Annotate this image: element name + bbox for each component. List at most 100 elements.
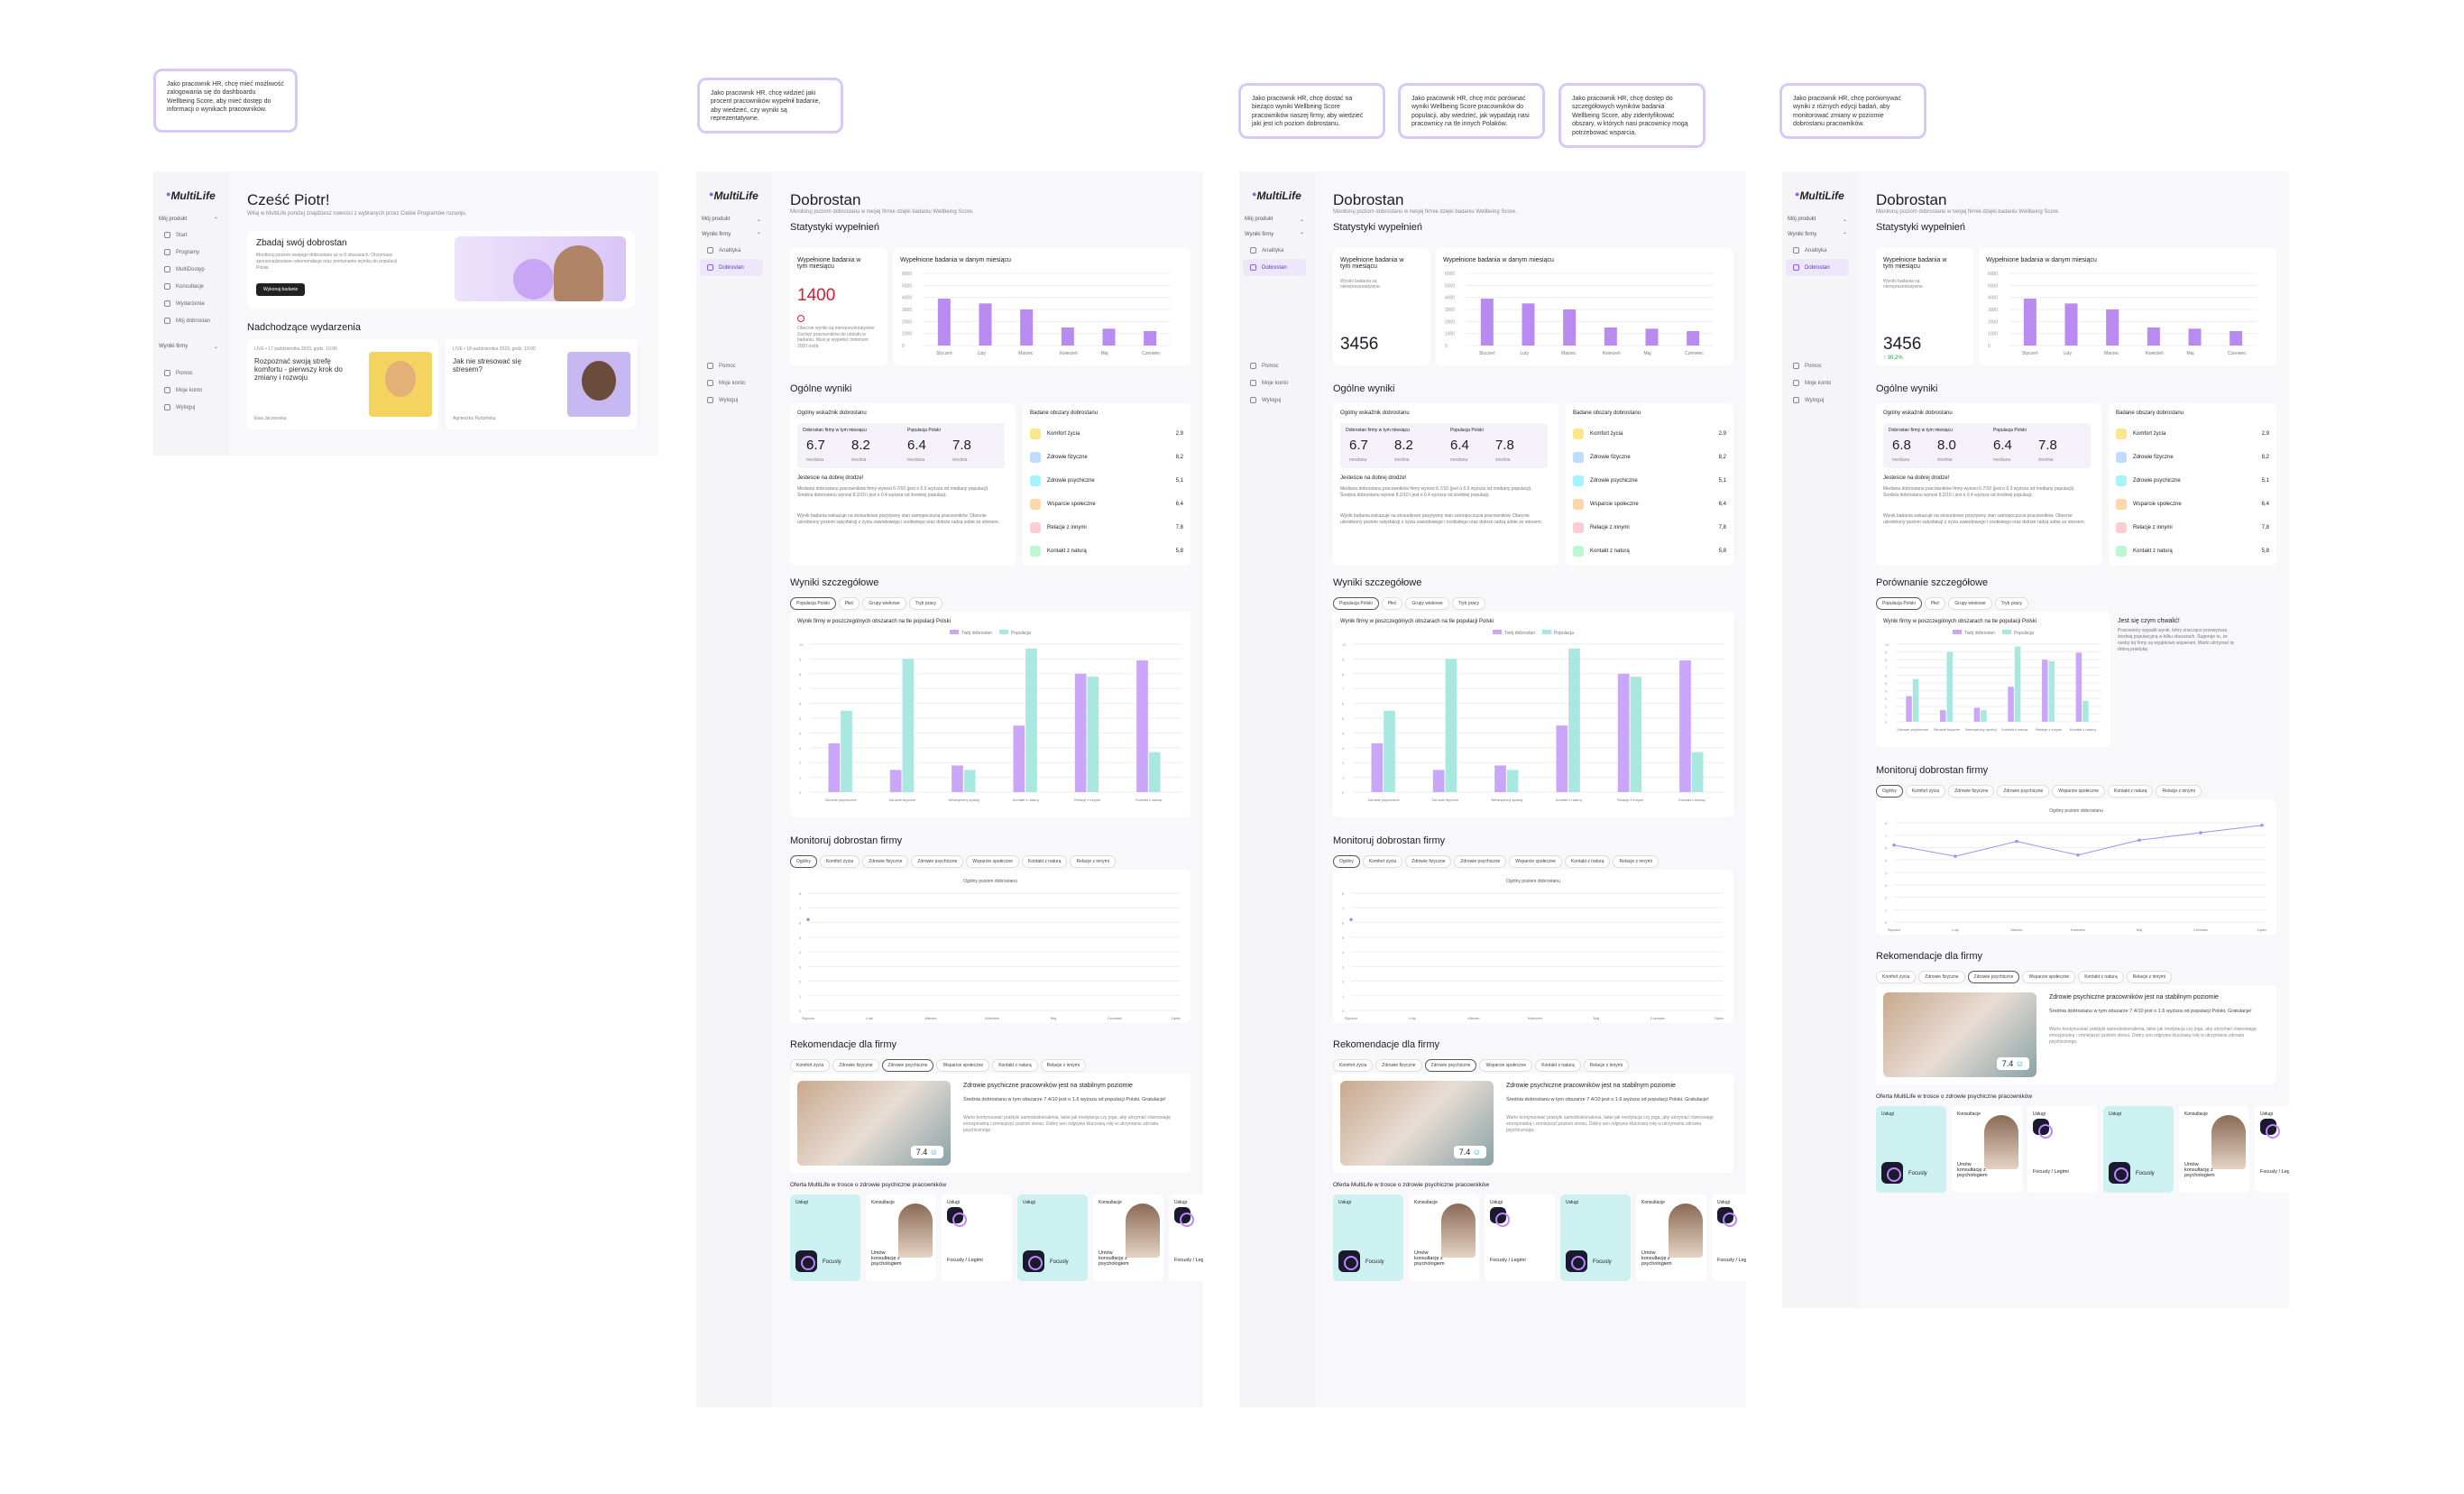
monitor-tab[interactable]: Relacje z innymi <box>1070 855 1116 868</box>
nav-logout[interactable]: Wyloguj <box>1786 392 1849 409</box>
monitor-tab[interactable]: Wsparcie społeczne <box>2052 785 2106 798</box>
nav-wellbeing[interactable]: Dobrostan <box>700 259 763 276</box>
offer-tile[interactable]: Konsultacje Umów konsultację z psychologi… <box>866 1194 936 1281</box>
reco-tab[interactable]: Zdrowie fizyczne <box>1918 971 1965 983</box>
reco-tab[interactable]: Zdrowie fizyczne <box>832 1059 879 1072</box>
offer-tile[interactable]: Usługi Focusly / Legimi <box>1169 1194 1203 1281</box>
offer-tile[interactable]: Konsultacje Umów konsultację z psychologi… <box>1952 1106 2022 1193</box>
monitor-tab[interactable]: Ogólny <box>1333 855 1360 868</box>
monitor-tab[interactable]: Ogólny <box>790 855 817 868</box>
nav-consult[interactable]: Konsultacje <box>157 278 220 295</box>
offer-tile[interactable]: Usługi Focusly <box>1560 1194 1631 1281</box>
area-row[interactable]: Zdrowie fizyczne 8,2 <box>2116 448 2269 466</box>
nav-multidostep[interactable]: MultiDostęp <box>157 261 220 278</box>
detail-tab[interactable]: Płeć <box>1381 597 1403 610</box>
area-row[interactable]: Komfort życia 2,9 <box>1030 425 1183 443</box>
detail-tab[interactable]: Grupy wiekowe <box>862 597 906 610</box>
area-row[interactable]: Relacje z innymi 7,8 <box>2116 519 2269 537</box>
detail-tab[interactable]: Grupy wiekowe <box>1405 597 1449 610</box>
company-results-section[interactable]: Wyniki firmy ⌃ <box>696 226 767 242</box>
offer-tile[interactable]: Usługi Focusly / Legimi <box>2027 1106 2098 1193</box>
reco-tab[interactable]: Relacje z innymi <box>1040 1059 1087 1072</box>
offer-tile[interactable]: Konsultacje Umów konsultację z psychologi… <box>2179 1106 2249 1193</box>
nav-programs[interactable]: Programy <box>157 244 220 261</box>
nav-analytics[interactable]: Analityka <box>1243 242 1306 259</box>
area-row[interactable]: Zdrowie psychiczne 5,1 <box>2116 472 2269 490</box>
nav-help[interactable]: Pomoc <box>1243 357 1306 374</box>
nav-analytics[interactable]: Analityka <box>1786 242 1849 259</box>
monitor-tab[interactable]: Relacje z innymi <box>1613 855 1659 868</box>
reco-tab[interactable]: Komfort życia <box>1333 1059 1374 1072</box>
detail-tab[interactable]: Populacja Polski <box>1333 597 1379 610</box>
reco-tab[interactable]: Zdrowie psychiczne <box>1967 971 2020 983</box>
area-row[interactable]: Wsparcie społeczne 6,4 <box>1573 495 1726 513</box>
area-row[interactable]: Kontakt z naturą 5,8 <box>1030 542 1183 560</box>
offer-tile[interactable]: Usługi Focusly <box>1333 1194 1403 1281</box>
reco-tab[interactable]: Zdrowie fizyczne <box>1375 1059 1422 1072</box>
offer-tile[interactable]: Usługi Focusly / Legimi <box>1485 1194 1555 1281</box>
area-row[interactable]: Wsparcie społeczne 6,4 <box>1030 495 1183 513</box>
reco-tab[interactable]: Zdrowie psychiczne <box>881 1059 934 1072</box>
nav-logout[interactable]: Wyloguj <box>700 392 763 409</box>
monitor-tab[interactable]: Zdrowie psychiczne <box>1997 785 2050 798</box>
reco-tab[interactable]: Kontakt z naturą <box>2078 971 2124 983</box>
my-products-section[interactable]: Mój produkt ⌃ <box>153 202 224 226</box>
my-products-section[interactable]: Mój produkt ⌄ <box>1782 202 1853 226</box>
area-row[interactable]: Relacje z innymi 7,8 <box>1573 519 1726 537</box>
event-card[interactable]: LIVE • 18 października 2023, godz. 10:00… <box>446 339 637 429</box>
monitor-tab[interactable]: Komfort życia <box>1362 855 1403 868</box>
my-products-section[interactable]: Mój produkt ⌄ <box>696 202 767 226</box>
detail-tab[interactable]: Płeć <box>838 597 860 610</box>
nav-events[interactable]: Wydarzenia <box>157 295 220 312</box>
detail-tab[interactable]: Populacja Polski <box>1876 597 1922 610</box>
my-products-section[interactable]: Mój produkt ⌄ <box>1239 202 1310 226</box>
monitor-tab[interactable]: Zdrowie fizyczne <box>1405 855 1452 868</box>
monitor-tab[interactable]: Kontakt z naturą <box>1565 855 1611 868</box>
detail-tab[interactable]: Grupy wiekowe <box>1948 597 1992 610</box>
area-row[interactable]: Zdrowie psychiczne 5,1 <box>1030 472 1183 490</box>
reco-tab[interactable]: Zdrowie psychiczne <box>1424 1059 1477 1072</box>
offer-tile[interactable]: Usługi Focusly <box>1017 1194 1088 1281</box>
company-results-section[interactable]: Wyniki firmy ⌄ <box>153 329 224 354</box>
offer-tile[interactable]: Usługi Focusly <box>1876 1106 1946 1193</box>
offer-tile[interactable]: Usługi Focusly / Legimi <box>2255 1106 2289 1193</box>
nav-user[interactable]: Moje konto <box>700 374 763 392</box>
company-results-section[interactable]: Wyniki firmy ⌃ <box>1782 226 1853 242</box>
monitor-tab[interactable]: Komfort życia <box>819 855 860 868</box>
nav-user[interactable]: Moje konto <box>1243 374 1306 392</box>
nav-my-wellbeing[interactable]: Mój dobrostan <box>157 312 220 329</box>
area-row[interactable]: Komfort życia 2,9 <box>1573 425 1726 443</box>
offer-tile[interactable]: Usługi Focusly / Legimi <box>942 1194 1012 1281</box>
nav-logout[interactable]: Wyloguj <box>157 399 220 416</box>
area-row[interactable]: Zdrowie psychiczne 5,1 <box>1573 472 1726 490</box>
offer-tile[interactable]: Konsultacje Umów konsultację z psychologi… <box>1093 1194 1163 1281</box>
nav-account[interactable]: Moje konto <box>157 382 220 399</box>
monitor-tab[interactable]: Komfort życia <box>1905 785 1946 798</box>
detail-tab[interactable]: Tryb pracy <box>1451 597 1486 610</box>
monitor-tab[interactable]: Kontakt z naturą <box>1022 855 1068 868</box>
event-card[interactable]: LIVE • 17 października 2023, godz. 10:00… <box>247 339 438 429</box>
offer-tile[interactable]: Konsultacje Umów konsultację z psychologi… <box>1409 1194 1479 1281</box>
reco-tab[interactable]: Kontakt z naturą <box>992 1059 1038 1072</box>
detail-tab[interactable]: Tryb pracy <box>1994 597 2029 610</box>
area-row[interactable]: Zdrowie fizyczne 8,2 <box>1030 448 1183 466</box>
reco-tab[interactable]: Kontakt z naturą <box>1535 1059 1581 1072</box>
reco-tab[interactable]: Wsparcie społeczne <box>1479 1059 1533 1072</box>
nav-help[interactable]: Pomoc <box>700 357 763 374</box>
offer-tile[interactable]: Usługi Focusly <box>790 1194 860 1281</box>
area-row[interactable]: Komfort życia 2,9 <box>2116 425 2269 443</box>
nav-wellbeing[interactable]: Dobrostan <box>1786 259 1849 276</box>
monitor-tab[interactable]: Wsparcie społeczne <box>966 855 1020 868</box>
detail-tab[interactable]: Tryb pracy <box>908 597 943 610</box>
area-row[interactable]: Relacje z innymi 7,8 <box>1030 519 1183 537</box>
monitor-tab[interactable]: Zdrowie fizyczne <box>1948 785 1995 798</box>
offer-tile[interactable]: Usługi Focusly / Legimi <box>1712 1194 1746 1281</box>
reco-tab[interactable]: Wsparcie społeczne <box>936 1059 990 1072</box>
offer-tile[interactable]: Usługi Focusly <box>2103 1106 2174 1193</box>
monitor-tab[interactable]: Relacje z innymi <box>2156 785 2202 798</box>
nav-analytics[interactable]: Analityka <box>700 242 763 259</box>
start-survey-button[interactable]: Wykonaj badanie <box>256 283 306 296</box>
company-results-section[interactable]: Wyniki firmy ⌃ <box>1239 226 1310 242</box>
offer-tile[interactable]: Konsultacje Umów konsultację z psychologi… <box>1636 1194 1706 1281</box>
area-row[interactable]: Kontakt z naturą 5,8 <box>1573 542 1726 560</box>
